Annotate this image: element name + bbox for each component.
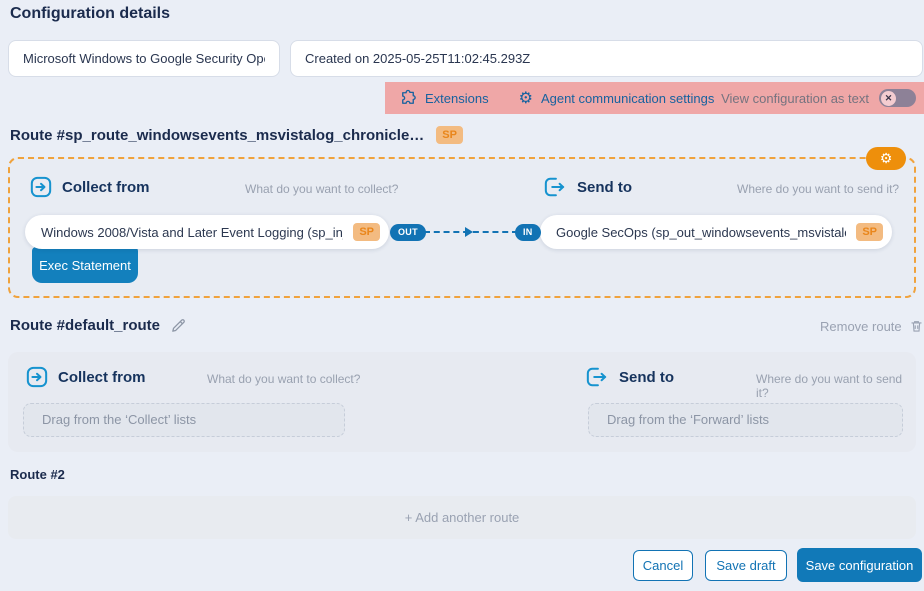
collect-from-icon xyxy=(30,176,52,198)
connection-arrow-icon xyxy=(465,227,473,237)
collect-from-header: Collect from xyxy=(26,366,146,388)
primary-route-sp-badge: SP xyxy=(436,126,463,144)
edit-route-name-icon[interactable] xyxy=(170,317,187,334)
destination-pill[interactable]: Google SecOps (sp_out_windowsevents_msvi… xyxy=(540,215,892,249)
in-port-badge: IN xyxy=(515,224,541,241)
default-route-title: Route #default_route xyxy=(10,317,160,334)
source-sp-badge: SP xyxy=(353,223,380,241)
extensions-puzzle-icon xyxy=(399,89,417,107)
gear-icon: ⚙ xyxy=(880,152,893,166)
save-draft-button[interactable]: Save draft xyxy=(705,550,787,581)
toggle-off-x-icon: ✕ xyxy=(881,91,896,106)
configuration-created-input[interactable] xyxy=(290,40,923,77)
view-configuration-as-text-label: View configuration as text xyxy=(721,91,869,106)
remove-route-label: Remove route xyxy=(820,319,902,334)
cancel-button[interactable]: Cancel xyxy=(633,550,693,581)
collect-from-header: Collect from xyxy=(30,176,150,198)
destination-label: Google SecOps (sp_out_windowsevents_msvi… xyxy=(556,225,846,240)
route-2-title: Route #2 xyxy=(10,467,65,482)
collect-from-label: Collect from xyxy=(62,179,150,196)
primary-route-header: Route #sp_route_windowsevents_msvistalog… xyxy=(10,126,463,144)
collect-from-label: Collect from xyxy=(58,369,146,386)
send-to-label: Send to xyxy=(619,369,674,386)
default-route-card: Collect from What do you want to collect… xyxy=(8,352,916,452)
page-title: Configuration details xyxy=(10,5,170,23)
send-to-header: Send to xyxy=(585,366,674,388)
primary-route-title: Route #sp_route_windowsevents_msvistalog… xyxy=(10,127,424,144)
settings-toolbar: Extensions ⚙ Agent communication setting… xyxy=(385,82,924,114)
source-pill[interactable]: Windows 2008/Vista and Later Event Loggi… xyxy=(25,215,389,249)
configuration-name-input[interactable] xyxy=(8,40,280,77)
route-settings-button[interactable]: ⚙ xyxy=(866,147,906,170)
destination-sp-badge: SP xyxy=(856,223,883,241)
collect-from-hint: What do you want to collect? xyxy=(245,182,398,196)
add-another-route-label: + Add another route xyxy=(405,510,520,525)
send-to-hint: Where do you want to send it? xyxy=(756,372,916,400)
source-label: Windows 2008/Vista and Later Event Loggi… xyxy=(41,225,343,240)
remove-route-button[interactable]: Remove route xyxy=(820,318,924,334)
forward-drop-zone[interactable]: Drag from the ‘Forward’ lists xyxy=(588,403,903,437)
view-as-text-toggle[interactable]: ✕ xyxy=(879,89,916,107)
exec-statement-button[interactable]: Exec Statement xyxy=(32,247,138,283)
save-configuration-button[interactable]: Save configuration xyxy=(797,548,922,582)
default-route-header: Route #default_route xyxy=(10,317,187,334)
out-port-badge: OUT xyxy=(390,224,426,241)
send-to-icon xyxy=(585,366,609,388)
gear-icon: ⚙ xyxy=(519,90,533,106)
send-to-hint: Where do you want to send it? xyxy=(737,182,899,196)
extensions-button[interactable]: Extensions xyxy=(399,89,489,107)
primary-route-card: ⚙ Collect from What do you want to colle… xyxy=(8,157,916,298)
send-to-header: Send to xyxy=(543,176,632,198)
extensions-label: Extensions xyxy=(425,91,489,106)
trash-icon xyxy=(909,318,924,334)
collect-from-hint: What do you want to collect? xyxy=(207,372,360,386)
configuration-details-page: Configuration details Extensions ⚙ Agent… xyxy=(0,0,924,591)
agent-settings-label: Agent communication settings xyxy=(541,91,714,106)
collect-from-icon xyxy=(26,366,48,388)
agent-communication-settings-button[interactable]: ⚙ Agent communication settings xyxy=(519,90,715,106)
send-to-label: Send to xyxy=(577,179,632,196)
send-to-icon xyxy=(543,176,567,198)
collect-drop-zone[interactable]: Drag from the ‘Collect’ lists xyxy=(23,403,345,437)
add-another-route-button[interactable]: + Add another route xyxy=(8,496,916,539)
